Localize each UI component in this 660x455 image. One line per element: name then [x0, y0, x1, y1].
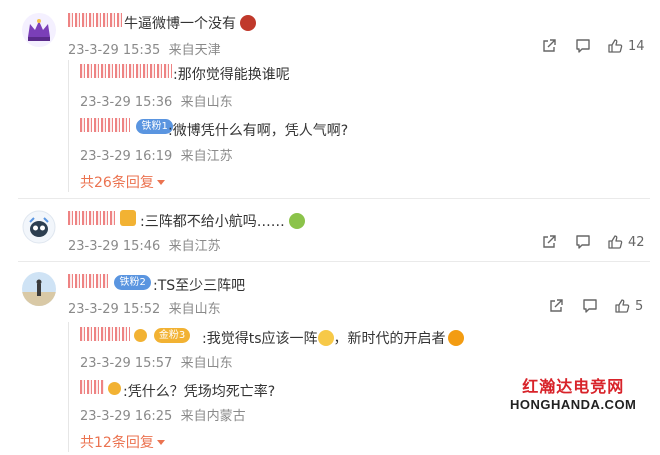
- like-button[interactable]: 42: [607, 234, 645, 250]
- reply-text: :那你觉得能换谁呢: [173, 67, 290, 83]
- verified-icon: [134, 329, 148, 342]
- comment-button[interactable]: [575, 38, 591, 54]
- share-icon: [543, 39, 556, 52]
- share-button[interactable]: [541, 38, 557, 54]
- reply-thread-line: [68, 60, 69, 192]
- cartoon-avatar-icon: [22, 210, 56, 244]
- reply-thread-line: [68, 322, 69, 452]
- comment-meta: 23-3-29 15:52 来自山东: [68, 302, 221, 317]
- redacted-username: [68, 211, 116, 225]
- more-replies-link[interactable]: 共26条回复: [80, 172, 165, 192]
- like-icon: [608, 235, 623, 249]
- comment-button[interactable]: [582, 298, 598, 314]
- comment-button[interactable]: [575, 234, 591, 250]
- comment-username[interactable]: [68, 13, 122, 29]
- share-icon: [550, 299, 563, 312]
- avatar[interactable]: [22, 13, 56, 47]
- more-replies-link[interactable]: 共12条回复: [80, 432, 165, 452]
- emoji-icon: [447, 330, 464, 346]
- watermark-url: HONGHANDA.COM: [510, 397, 637, 412]
- smile-emoji-icon: [317, 330, 334, 346]
- redacted-username: [80, 118, 130, 132]
- reply-username[interactable]: [80, 64, 172, 80]
- comment-text: :TS至少三阵吧: [153, 278, 246, 294]
- comment-meta: 23-3-29 15:35 来自天津: [68, 43, 221, 58]
- like-count: 42: [628, 234, 645, 250]
- comment-username[interactable]: 铁粉2: [68, 274, 153, 290]
- fan-badge: 铁粉2: [114, 275, 151, 290]
- reply-username[interactable]: [80, 380, 122, 396]
- share-button[interactable]: [541, 234, 557, 250]
- reply-username[interactable]: 金粉3: [80, 327, 192, 343]
- like-button[interactable]: 5: [614, 298, 643, 314]
- comment-icon: [576, 235, 590, 249]
- reply-meta: 23-3-29 16:25 来自内蒙古: [80, 409, 246, 424]
- fan-badge: 金粉3: [153, 328, 191, 343]
- comment-divider: [18, 198, 650, 199]
- comment-divider: [18, 261, 650, 262]
- redacted-username: [80, 64, 172, 78]
- watermark-title: 红瀚达电竞网: [522, 377, 625, 396]
- caret-down-icon: [156, 180, 165, 185]
- like-button[interactable]: 14: [607, 38, 645, 54]
- comment-text: :三阵都不给小航吗……: [140, 211, 306, 231]
- emoji-icon: [240, 15, 257, 31]
- redacted-username: [68, 13, 122, 27]
- reply-meta: 23-3-29 15:36 来自山东: [80, 95, 233, 110]
- comment-icon: [576, 39, 590, 53]
- reply-text: :凭什么？凭场均死亡率?: [123, 384, 276, 400]
- like-icon: [608, 39, 623, 53]
- reply-meta: 23-3-29 15:57 来自山东: [80, 356, 233, 371]
- redacted-username: [80, 327, 130, 341]
- reply-meta: 23-3-29 16:19 来自江苏: [80, 149, 233, 164]
- crown-emoji-icon: [120, 210, 137, 226]
- reply-text: :微博凭什么有啊，凭人气啊?: [168, 123, 349, 139]
- comment-meta: 23-3-29 15:46 来自江苏: [68, 239, 221, 254]
- caret-down-icon: [156, 440, 165, 445]
- avatar[interactable]: [22, 210, 56, 244]
- verified-icon: [108, 382, 122, 395]
- photo-avatar-icon: [22, 272, 56, 306]
- like-count: 5: [635, 298, 644, 314]
- share-button[interactable]: [548, 298, 564, 314]
- comment-icon: [583, 299, 597, 313]
- avatar[interactable]: [22, 272, 56, 306]
- like-icon: [615, 299, 630, 313]
- like-count: 14: [628, 38, 645, 54]
- emoji-icon: [289, 213, 306, 229]
- reply-username[interactable]: 铁粉1: [80, 118, 175, 134]
- site-watermark: 红瀚达电竞网 HONGHANDA.COM: [506, 371, 641, 414]
- redacted-username: [80, 380, 104, 394]
- reply-text: :我觉得ts应该一阵 ，新时代的开启者: [202, 328, 464, 348]
- comment-username[interactable]: [68, 210, 137, 227]
- crown-avatar-icon: [22, 13, 56, 47]
- redacted-username: [68, 274, 108, 288]
- share-icon: [543, 235, 556, 248]
- comment-text: 牛逼微博一个没有: [124, 13, 257, 33]
